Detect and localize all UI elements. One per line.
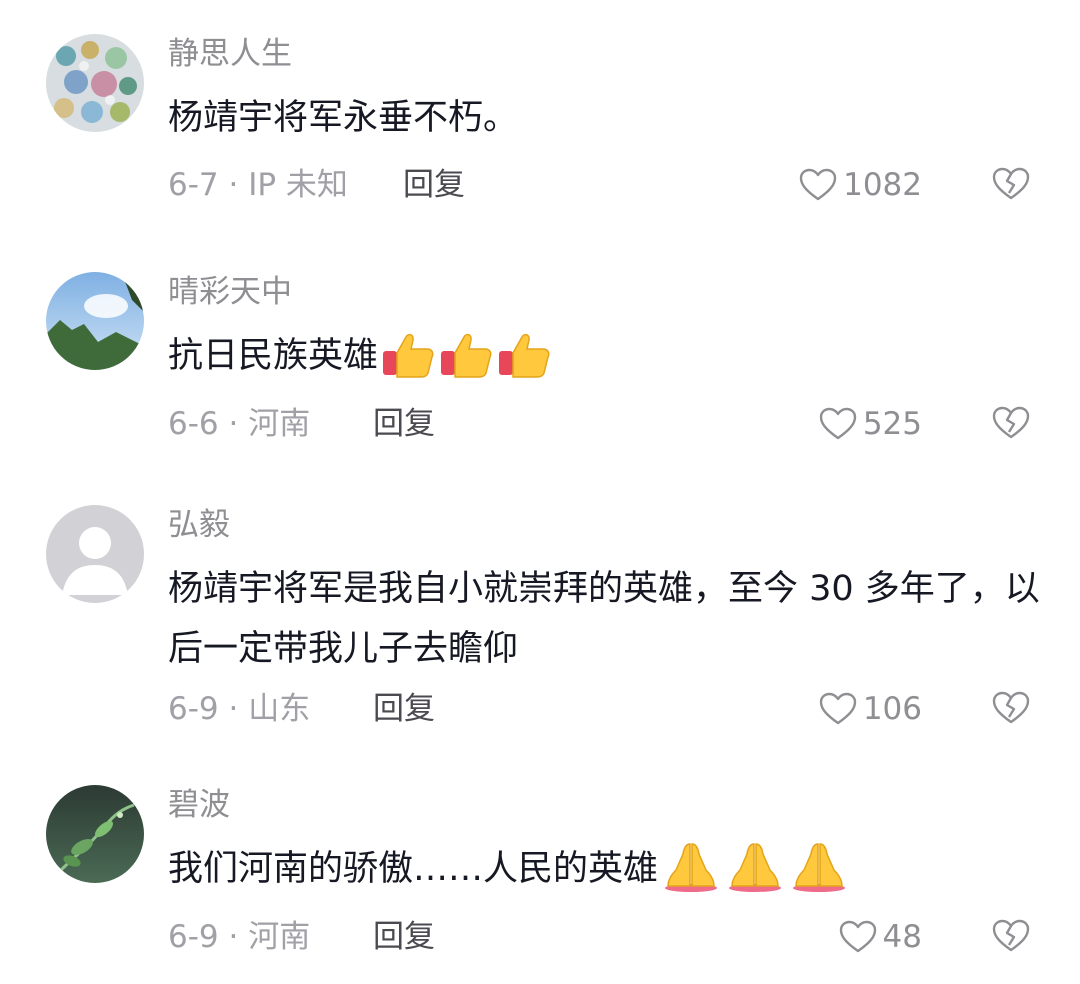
- username[interactable]: 晴彩天中: [168, 272, 292, 312]
- comment-text: 我们河南的骄傲……人民的英雄: [168, 839, 1048, 911]
- broken-heart-icon: [992, 691, 1030, 725]
- avatar[interactable]: [46, 272, 144, 370]
- reply-button[interactable]: 回复: [373, 689, 435, 729]
- heart-outline-icon: [839, 920, 877, 954]
- reply-button[interactable]: 回复: [373, 917, 435, 957]
- username[interactable]: 静思人生: [168, 34, 292, 74]
- broken-heart-icon: [992, 406, 1030, 440]
- comment-text: 杨靖宇将军永垂不朽。: [168, 98, 519, 138]
- dislike-button[interactable]: [992, 919, 1030, 953]
- avatar[interactable]: [46, 34, 144, 132]
- like-count: 106: [862, 691, 922, 727]
- comment-date-location: 6-6 · 河南: [168, 406, 311, 442]
- broken-heart-icon: [992, 919, 1030, 953]
- username[interactable]: 弘毅: [168, 505, 230, 545]
- folded-hands-emoji: [788, 840, 850, 911]
- avatar[interactable]: [46, 505, 144, 603]
- like-count: 1082: [843, 167, 922, 203]
- like-count: 525: [862, 406, 922, 442]
- folded-hands-emoji: [660, 840, 722, 911]
- like-button[interactable]: 525: [819, 404, 922, 444]
- like-button[interactable]: 106: [819, 689, 922, 729]
- heart-outline-icon: [819, 407, 857, 441]
- comment-text: 杨靖宇将军是我自小就崇拜的英雄，至今 30 多年了，以后一定带我儿子去瞻仰: [168, 569, 1040, 669]
- reply-button[interactable]: 回复: [373, 404, 435, 444]
- dislike-button[interactable]: [992, 167, 1030, 201]
- username[interactable]: 碧波: [168, 785, 230, 825]
- like-button[interactable]: 48: [839, 917, 922, 957]
- thumbs-up-emoji: [438, 331, 494, 398]
- comment-date-location: 6-9 · 河南: [168, 919, 311, 955]
- thumbs-up-emoji: [380, 331, 436, 398]
- comment-date-location: 6-7 · IP 未知: [168, 167, 348, 203]
- thumbs-up-emoji: [496, 331, 552, 398]
- reply-button[interactable]: 回复: [403, 165, 465, 205]
- dislike-button[interactable]: [992, 691, 1030, 725]
- comment-date-location: 6-9 · 山东: [168, 691, 311, 727]
- like-count: 48: [882, 919, 922, 955]
- like-button[interactable]: 1082: [799, 165, 922, 205]
- comment-text: 抗日民族英雄: [168, 326, 1048, 398]
- avatar[interactable]: [46, 785, 144, 883]
- heart-outline-icon: [799, 168, 837, 202]
- comment-text-content: 我们河南的骄傲……人民的英雄: [168, 849, 659, 889]
- comment-text-content: 抗日民族英雄: [168, 336, 379, 376]
- heart-outline-icon: [819, 692, 857, 726]
- folded-hands-emoji: [724, 840, 786, 911]
- broken-heart-icon: [992, 167, 1030, 201]
- dislike-button[interactable]: [992, 406, 1030, 440]
